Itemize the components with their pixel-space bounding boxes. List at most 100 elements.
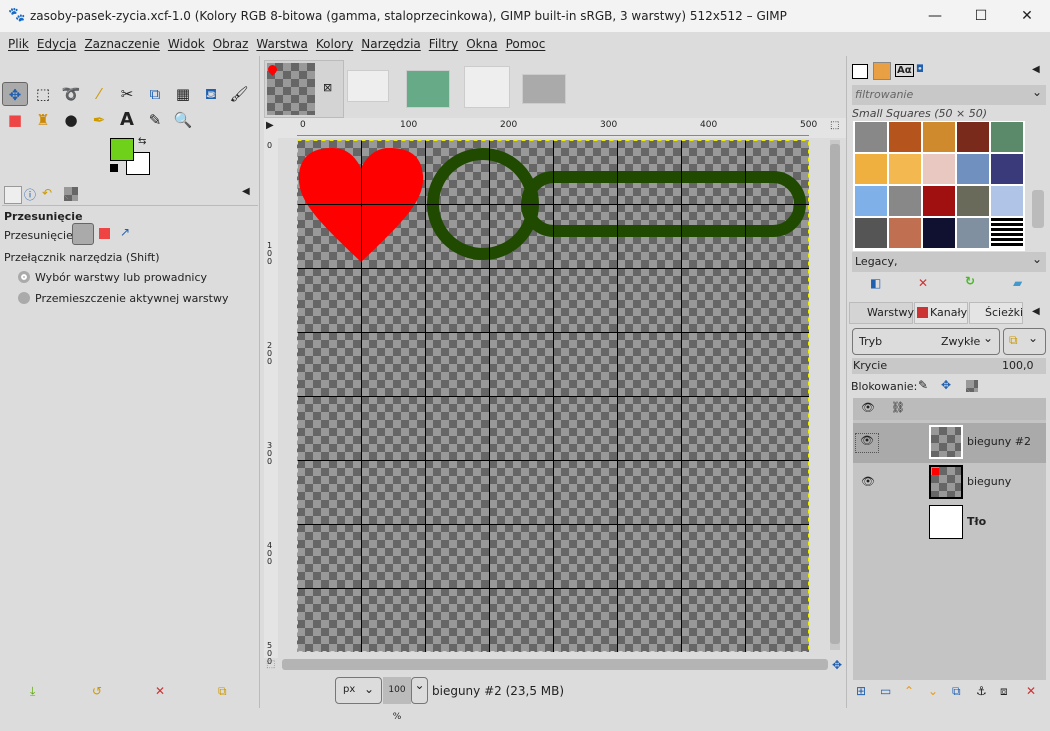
transform-tool-icon[interactable]: ⧉ bbox=[142, 82, 168, 106]
image-tab-active[interactable]: ⊠ bbox=[264, 60, 344, 118]
image-tab-5[interactable] bbox=[522, 74, 566, 104]
zoom-input[interactable]: 100 % bbox=[383, 677, 411, 722]
pattern-as-image-icon[interactable]: ◧ bbox=[870, 276, 881, 290]
merge-layer-icon[interactable]: ⧈ bbox=[1000, 684, 1008, 699]
image-tab-4[interactable] bbox=[464, 66, 510, 108]
zoom-fit-icon[interactable]: ⬚ bbox=[830, 120, 839, 131]
composite-mode-select[interactable]: ⧉ ⌄ bbox=[1003, 328, 1046, 355]
menu-okna[interactable]: Okna bbox=[466, 37, 497, 51]
image-tab-3[interactable] bbox=[406, 70, 450, 108]
pattern-swatch[interactable] bbox=[991, 122, 1023, 152]
pattern-filter-input[interactable]: filtrowanie ⌄ bbox=[852, 85, 1046, 105]
menu-pomoc[interactable]: Pomoc bbox=[506, 37, 546, 51]
delete-options-icon[interactable]: ✕ bbox=[155, 684, 165, 698]
swap-colors-icon[interactable]: ⇆ bbox=[138, 136, 146, 147]
text-tool-icon[interactable]: A bbox=[114, 108, 140, 132]
menu-narzedzia[interactable]: Narzędzia bbox=[361, 37, 421, 51]
image-canvas[interactable] bbox=[297, 140, 809, 652]
opacity-slider[interactable]: Krycie 100,0 bbox=[852, 358, 1046, 374]
image-tab-2[interactable] bbox=[347, 70, 389, 102]
selection-toggle-icon[interactable]: ⬚ bbox=[266, 659, 275, 670]
fonts-tab-icon[interactable]: Aα bbox=[895, 64, 914, 77]
move-tool-icon[interactable]: ✥ bbox=[2, 82, 28, 106]
fuzzy-select-tool-icon[interactable]: ⁄ bbox=[86, 82, 112, 106]
menu-zaznaczenie[interactable]: Zaznaczenie bbox=[84, 37, 159, 51]
move-selection-mode-button[interactable] bbox=[99, 228, 110, 239]
patterns-tab-icon[interactable] bbox=[873, 62, 891, 80]
horizontal-scrollbar[interactable] bbox=[282, 659, 828, 670]
navigate-icon[interactable]: ✥ bbox=[832, 658, 842, 672]
device-status-tab-icon[interactable]: ⓘ bbox=[24, 186, 36, 203]
pattern-swatch[interactable] bbox=[855, 122, 887, 152]
menu-obraz[interactable]: Obraz bbox=[213, 37, 249, 51]
pattern-swatch[interactable] bbox=[923, 218, 955, 248]
zoom-dropdown[interactable]: ⌄ bbox=[411, 677, 428, 704]
delete-layer-icon[interactable]: ✕ bbox=[1026, 684, 1036, 698]
paintbrush-tool-icon[interactable]: 🖌 bbox=[226, 82, 252, 106]
pattern-swatch[interactable] bbox=[889, 218, 921, 248]
layer-row-tlo[interactable]: Tło bbox=[853, 503, 1046, 543]
color-picker-tool-icon[interactable]: ✎ bbox=[142, 108, 168, 132]
move-path-mode-button[interactable]: ↗ bbox=[120, 225, 130, 239]
maximize-button[interactable]: ☐ bbox=[958, 0, 1004, 32]
pattern-swatch[interactable] bbox=[957, 186, 989, 216]
gradient-tool-icon[interactable]: ▦ bbox=[170, 82, 196, 106]
new-layer-icon[interactable]: ⊞ bbox=[856, 684, 866, 698]
panel-menu-icon[interactable]: ◀ bbox=[1032, 306, 1040, 317]
pattern-swatch[interactable] bbox=[855, 218, 887, 248]
pattern-swatch[interactable] bbox=[957, 218, 989, 248]
images-tab-icon[interactable] bbox=[64, 187, 78, 201]
layer-name[interactable]: bieguny bbox=[967, 475, 1011, 488]
smudge-tool-icon[interactable]: ● bbox=[58, 108, 84, 132]
pattern-swatch[interactable] bbox=[889, 122, 921, 152]
brushes-tab-icon[interactable] bbox=[852, 64, 868, 79]
pattern-swatch[interactable] bbox=[991, 218, 1023, 248]
quick-mask-icon[interactable]: ▶ bbox=[266, 120, 274, 131]
vertical-scrollbar[interactable] bbox=[830, 140, 840, 650]
layer-mode-select[interactable]: Tryb Zwykłe ⌄ bbox=[852, 328, 1000, 355]
restore-options-icon[interactable]: ↺ bbox=[92, 684, 102, 698]
undo-history-tab-icon[interactable]: ↶ bbox=[42, 186, 52, 200]
open-pattern-folder-icon[interactable]: ▰ bbox=[1013, 276, 1022, 290]
minimize-button[interactable]: — bbox=[912, 0, 958, 32]
lock-pixels-icon[interactable]: ✎ bbox=[918, 378, 928, 392]
foreground-color-swatch[interactable] bbox=[110, 138, 134, 161]
radio-active-layer[interactable] bbox=[18, 292, 30, 304]
save-options-icon[interactable]: ⤓ bbox=[30, 684, 35, 699]
tab-layers[interactable]: Warstwy bbox=[849, 302, 914, 324]
reset-options-icon[interactable]: ⧉ bbox=[218, 684, 227, 699]
eraser-tool-icon[interactable]: ■ bbox=[2, 108, 28, 132]
pattern-swatch[interactable] bbox=[889, 154, 921, 184]
pattern-swatch[interactable] bbox=[923, 186, 955, 216]
new-layer-group-icon[interactable]: ▭ bbox=[880, 684, 891, 698]
menu-kolory[interactable]: Kolory bbox=[316, 37, 353, 51]
radio-pick-layer[interactable] bbox=[18, 271, 30, 283]
close-image-tab-icon[interactable]: ⊠ bbox=[323, 81, 332, 94]
pattern-swatch[interactable] bbox=[889, 186, 921, 216]
pattern-swatch[interactable] bbox=[957, 122, 989, 152]
pattern-tag-select[interactable]: Legacy, ⌄ bbox=[852, 252, 1046, 272]
zoom-tool-icon[interactable]: 🔍 bbox=[170, 108, 196, 132]
pattern-swatch[interactable] bbox=[855, 154, 887, 184]
layer-row-bieguny-2[interactable]: 👁 bieguny #2 bbox=[853, 423, 1046, 463]
pattern-scrollbar[interactable] bbox=[1032, 190, 1044, 228]
clone-tool-icon[interactable]: ♜ bbox=[30, 108, 56, 132]
paths-tool-icon[interactable]: ✒ bbox=[86, 108, 112, 132]
lower-layer-icon[interactable]: ⌄ bbox=[928, 684, 938, 698]
pattern-swatch[interactable] bbox=[991, 186, 1023, 216]
refresh-patterns-icon[interactable]: ↻ bbox=[965, 274, 975, 288]
pattern-swatch[interactable] bbox=[991, 154, 1023, 184]
unit-select[interactable]: px ⌄ bbox=[335, 677, 382, 704]
move-layer-mode-button[interactable] bbox=[72, 223, 94, 245]
layer-name[interactable]: bieguny #2 bbox=[967, 435, 1031, 448]
default-colors-icon[interactable] bbox=[110, 164, 118, 172]
menu-warstwa[interactable]: Warstwa bbox=[256, 37, 308, 51]
tool-options-tab-icon[interactable] bbox=[4, 186, 22, 204]
rect-select-tool-icon[interactable]: ⬚ bbox=[30, 82, 56, 106]
bucket-fill-tool-icon[interactable]: ⛾ bbox=[198, 82, 224, 106]
raise-layer-icon[interactable]: ⌃ bbox=[904, 684, 914, 698]
layer-row-bieguny[interactable]: 👁 bieguny bbox=[853, 463, 1046, 503]
menu-edycja[interactable]: Edycja bbox=[37, 37, 77, 51]
document-history-tab-icon[interactable]: ◘ bbox=[916, 64, 924, 75]
visibility-eye-icon[interactable]: 👁 bbox=[861, 475, 875, 488]
